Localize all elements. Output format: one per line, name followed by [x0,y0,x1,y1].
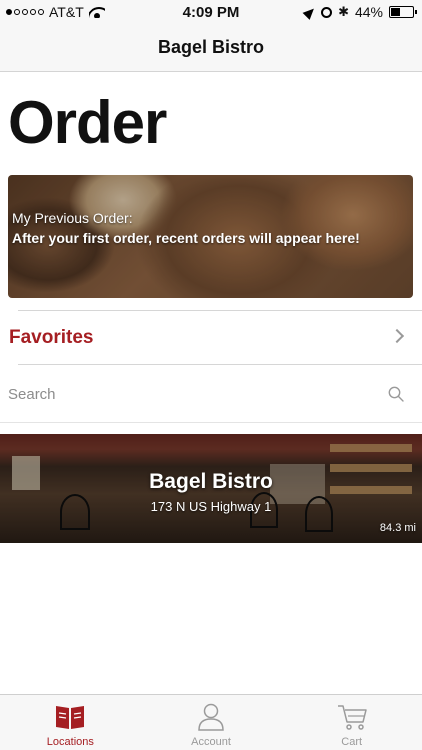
tab-label: Locations [46,736,94,748]
book-icon [56,706,85,729]
previous-order-text: My Previous Order: After your first orde… [12,210,360,246]
favorites-label: Favorites [9,327,94,348]
divider [0,422,422,423]
tab-account[interactable]: Account [141,695,282,750]
divider [18,364,422,365]
status-right: ✱ 44% [302,4,417,20]
search-icon[interactable] [388,386,404,402]
battery-fill [391,8,401,16]
search-input[interactable] [8,382,368,406]
search-bar [0,366,422,422]
tab-bar: Locations Account Cart [0,694,422,750]
status-bar: AT&T 4:09 PM ✱ 44% [0,0,422,24]
cart-icon [337,705,367,730]
location-arrow-icon [302,4,318,20]
previous-order-label: My Previous Order: [12,210,133,226]
location-card[interactable]: Bagel Bistro 173 N US Highway 1 84.3 mi [0,434,422,543]
battery-icon [389,6,417,18]
tab-locations[interactable]: Locations [0,695,141,750]
battery-percent: 44% [354,4,383,20]
tab-cart[interactable]: Cart [281,695,422,750]
location-name: Bagel Bistro [149,470,273,493]
previous-order-banner[interactable]: My Previous Order: After your first orde… [8,175,413,298]
divider [18,310,422,311]
location-address: 173 N US Highway 1 [150,499,272,514]
person-icon [198,703,224,731]
alarm-icon [321,6,333,18]
location-distance: 84.3 mi [379,522,416,534]
tab-label: Account [191,736,231,748]
chevron-right-icon [389,328,405,344]
bluetooth-icon: ✱ [338,4,349,19]
page-title: Order [8,89,167,156]
tab-label: Cart [341,736,363,748]
favorites-row[interactable]: Favorites [0,312,422,364]
previous-order-message: After your first order, recent orders wi… [12,230,360,246]
navigation-bar: Bagel Bistro [0,24,422,72]
nav-title: Bagel Bistro [157,37,265,57]
